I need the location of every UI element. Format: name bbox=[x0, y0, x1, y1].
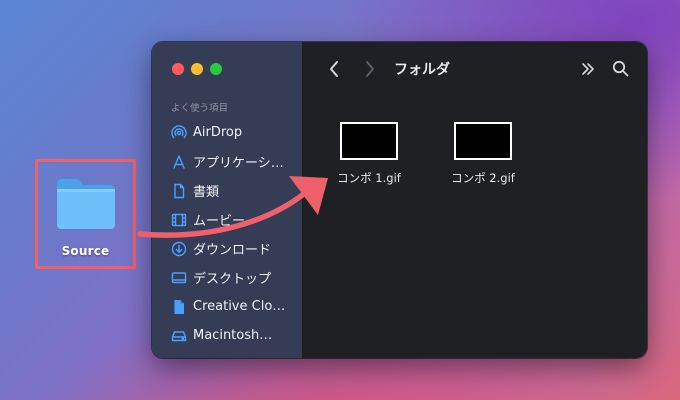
back-button[interactable] bbox=[328, 60, 340, 82]
search-icon bbox=[612, 60, 629, 77]
zoom-button[interactable] bbox=[210, 63, 222, 75]
airdrop-icon bbox=[171, 124, 187, 141]
desktop-icon bbox=[171, 270, 187, 286]
toolbar-overflow-button[interactable] bbox=[581, 61, 595, 80]
double-chevron-icon bbox=[582, 63, 594, 75]
main-pane: フォルダ コンポ 1.gif コンポ 2.gif bbox=[302, 42, 647, 358]
file-name: コンポ 2.gif bbox=[451, 171, 515, 185]
sidebar-item-label: ムービー bbox=[193, 214, 246, 229]
folder-icon bbox=[57, 179, 115, 229]
sidebar-item-label: デスクトップ bbox=[193, 272, 272, 287]
file-item[interactable]: コンポ 2.gif bbox=[438, 122, 528, 186]
minimize-button[interactable] bbox=[191, 63, 203, 75]
sidebar-item-label: Creative Clo… bbox=[193, 299, 286, 314]
search-button[interactable] bbox=[612, 60, 629, 81]
file-icon bbox=[171, 299, 187, 315]
sidebar-item-label: アプリケーシ… bbox=[193, 156, 284, 171]
sidebar-item-documents[interactable]: 書類 bbox=[152, 176, 302, 205]
sidebar-item-label: Macintosh… bbox=[193, 328, 273, 343]
sidebar-item-downloads[interactable]: ダウンロード bbox=[152, 234, 302, 263]
disk-icon bbox=[171, 328, 187, 344]
gif-thumbnail bbox=[340, 122, 398, 160]
gif-thumbnail bbox=[454, 122, 512, 160]
sidebar-item-movies[interactable]: ムービー bbox=[152, 205, 302, 234]
finder-window: よく使う項目 AirDrop アプリケーシ… 書類 ムービー ダウンロード デス… bbox=[152, 42, 647, 358]
folder-label: Source bbox=[61, 244, 110, 258]
desktop-source-folder[interactable]: Source bbox=[35, 159, 136, 269]
sidebar-item-airdrop[interactable]: AirDrop bbox=[152, 118, 302, 147]
sidebar-item-label: 書類 bbox=[193, 185, 220, 200]
sidebar-item-desktop[interactable]: デスクトップ bbox=[152, 263, 302, 292]
sidebar-item-label: ダウンロード bbox=[193, 243, 272, 258]
sidebar-item-creative-cloud[interactable]: Creative Clo… bbox=[152, 292, 302, 321]
file-item[interactable]: コンポ 1.gif bbox=[324, 122, 414, 186]
download-icon bbox=[171, 241, 187, 257]
window-title: フォルダ bbox=[394, 62, 450, 78]
chevron-left-icon bbox=[330, 61, 338, 77]
window-controls bbox=[172, 63, 222, 75]
applications-icon bbox=[171, 154, 187, 170]
toolbar: フォルダ bbox=[302, 42, 647, 96]
document-icon bbox=[171, 183, 187, 199]
sidebar: よく使う項目 AirDrop アプリケーシ… 書類 ムービー ダウンロード デス… bbox=[152, 42, 303, 358]
forward-button[interactable] bbox=[364, 60, 376, 82]
sidebar-item-applications[interactable]: アプリケーシ… bbox=[152, 147, 302, 176]
favorites-section-label: よく使う項目 bbox=[171, 103, 229, 114]
chevron-right-icon bbox=[366, 61, 374, 77]
close-button[interactable] bbox=[172, 63, 184, 75]
sidebar-list: AirDrop アプリケーシ… 書類 ムービー ダウンロード デスクトップ Cr… bbox=[152, 118, 302, 350]
sidebar-item-label: AirDrop bbox=[193, 125, 243, 140]
movie-icon bbox=[171, 212, 187, 228]
file-name: コンポ 1.gif bbox=[337, 171, 401, 185]
sidebar-item-macintosh-hd[interactable]: Macintosh… bbox=[152, 321, 302, 350]
